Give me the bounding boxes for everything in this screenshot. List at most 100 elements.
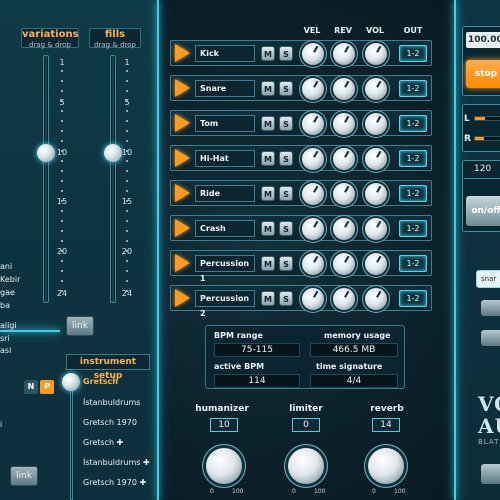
left-level-meter	[474, 116, 500, 121]
scale-tick	[126, 130, 128, 132]
scale-tick	[61, 290, 63, 292]
limiter-knob[interactable]	[288, 448, 324, 484]
solo-button[interactable]: S	[279, 151, 293, 166]
volume-knob[interactable]	[365, 288, 387, 310]
velocity-knob[interactable]	[302, 78, 324, 100]
variations-header: variations drag & drop	[21, 28, 79, 49]
on-off-button[interactable]: on/off	[466, 196, 500, 226]
solo-button[interactable]: S	[279, 46, 293, 61]
output-button[interactable]: 1-2	[399, 45, 427, 62]
mute-button[interactable]: M	[261, 46, 275, 61]
play-icon[interactable]	[175, 219, 190, 237]
output-button[interactable]: 1-2	[399, 150, 427, 167]
instrument-setup-header: instrument setup	[66, 354, 150, 381]
play-icon[interactable]	[175, 254, 190, 272]
reverb-send-knob[interactable]	[333, 253, 355, 275]
instrument-item[interactable]: Gretsch 1970 ✚	[83, 478, 146, 487]
instrument-item[interactable]: Gretsch 1970	[83, 418, 137, 427]
instrument-item[interactable]: Gretsch ✚	[83, 438, 123, 447]
velocity-knob[interactable]	[302, 218, 324, 240]
mute-button[interactable]: M	[261, 81, 275, 96]
instrument-name: Percussion 2	[195, 290, 255, 318]
reverb-send-knob[interactable]	[333, 43, 355, 65]
humanizer-knob[interactable]	[206, 448, 242, 484]
velocity-knob[interactable]	[302, 183, 324, 205]
volume-knob[interactable]	[365, 148, 387, 170]
link-button-lower[interactable]: link	[10, 466, 38, 486]
solo-button[interactable]: S	[279, 116, 293, 131]
fills-slider-track[interactable]	[110, 55, 116, 303]
velocity-knob[interactable]	[302, 43, 324, 65]
reverb-send-knob[interactable]	[333, 218, 355, 240]
velocity-knob[interactable]	[302, 253, 324, 275]
output-button[interactable]: 1-2	[399, 80, 427, 97]
output-button[interactable]: 1-2	[399, 290, 427, 307]
scale-tick	[126, 100, 128, 102]
play-icon[interactable]	[175, 289, 190, 307]
velocity-knob[interactable]	[302, 148, 324, 170]
metronome-bpm: 120	[474, 164, 492, 174]
mute-button[interactable]: M	[261, 116, 275, 131]
instrument-name: Crash	[195, 220, 255, 237]
side-button[interactable]	[481, 330, 500, 346]
velocity-knob[interactable]	[302, 288, 324, 310]
output-button[interactable]: 1-2	[399, 185, 427, 202]
mute-button[interactable]: M	[261, 221, 275, 236]
velocity-knob[interactable]	[302, 113, 324, 135]
reverb-send-knob[interactable]	[333, 78, 355, 100]
solo-button[interactable]: S	[279, 221, 293, 236]
instrument-item[interactable]: İstanbuldrums	[83, 398, 140, 407]
tempo-display[interactable]: 100.00	[466, 32, 500, 48]
scale-tick	[61, 160, 63, 162]
mute-button[interactable]: M	[261, 186, 275, 201]
reverb-send-knob[interactable]	[333, 148, 355, 170]
reverb-value[interactable]: 14	[372, 418, 400, 432]
reverb-send-knob[interactable]	[333, 288, 355, 310]
limiter-value[interactable]: 0	[292, 418, 320, 432]
play-icon[interactable]	[175, 114, 190, 132]
volume-knob[interactable]	[365, 183, 387, 205]
solo-button[interactable]: S	[279, 81, 293, 96]
mixer-row: Snare M S 1-2	[170, 75, 432, 101]
variations-slider-track[interactable]	[43, 55, 49, 303]
instrument-item[interactable]: İstanbuldrums ✚	[83, 458, 150, 467]
output-button[interactable]: 1-2	[399, 115, 427, 132]
side-button-bottom[interactable]	[481, 464, 500, 484]
mute-button[interactable]: M	[261, 151, 275, 166]
humanizer-value[interactable]: 10	[210, 418, 238, 432]
stop-button[interactable]: stop	[466, 60, 500, 88]
p-button[interactable]: P	[40, 380, 54, 394]
scale-tick	[61, 90, 63, 92]
output-button[interactable]: 1-2	[399, 255, 427, 272]
instrument-name: Percussion 1	[195, 255, 255, 283]
play-icon[interactable]	[175, 149, 190, 167]
instrument-item[interactable]: Gretsch	[83, 377, 118, 386]
reverb-send-knob[interactable]	[333, 183, 355, 205]
mixer-row: Percussion 2 M S 1-2	[170, 285, 432, 318]
instrument-slider-track[interactable]	[70, 390, 73, 500]
mixer-row: Crash M S 1-2	[170, 215, 432, 241]
play-icon[interactable]	[175, 44, 190, 62]
volume-knob[interactable]	[365, 43, 387, 65]
reverb-send-knob[interactable]	[333, 113, 355, 135]
solo-button[interactable]: S	[279, 186, 293, 201]
side-button[interactable]	[481, 300, 500, 316]
link-button[interactable]: link	[66, 316, 94, 336]
snare-chip[interactable]: snar	[476, 270, 500, 288]
volume-knob[interactable]	[365, 113, 387, 135]
play-icon[interactable]	[175, 184, 190, 202]
scale-tick	[61, 70, 63, 72]
volume-knob[interactable]	[365, 253, 387, 275]
play-icon[interactable]	[175, 79, 190, 97]
mute-button[interactable]: M	[261, 256, 275, 271]
mute-button[interactable]: M	[261, 291, 275, 306]
volume-knob[interactable]	[365, 218, 387, 240]
solo-button[interactable]: S	[279, 256, 293, 271]
instrument-slider-handle[interactable]	[62, 373, 80, 391]
volume-knob[interactable]	[365, 78, 387, 100]
output-button[interactable]: 1-2	[399, 220, 427, 237]
reverb-knob[interactable]	[368, 448, 404, 484]
n-button[interactable]: N	[24, 380, 38, 394]
logo-subtext: BLAT	[478, 438, 500, 446]
solo-button[interactable]: S	[279, 291, 293, 306]
